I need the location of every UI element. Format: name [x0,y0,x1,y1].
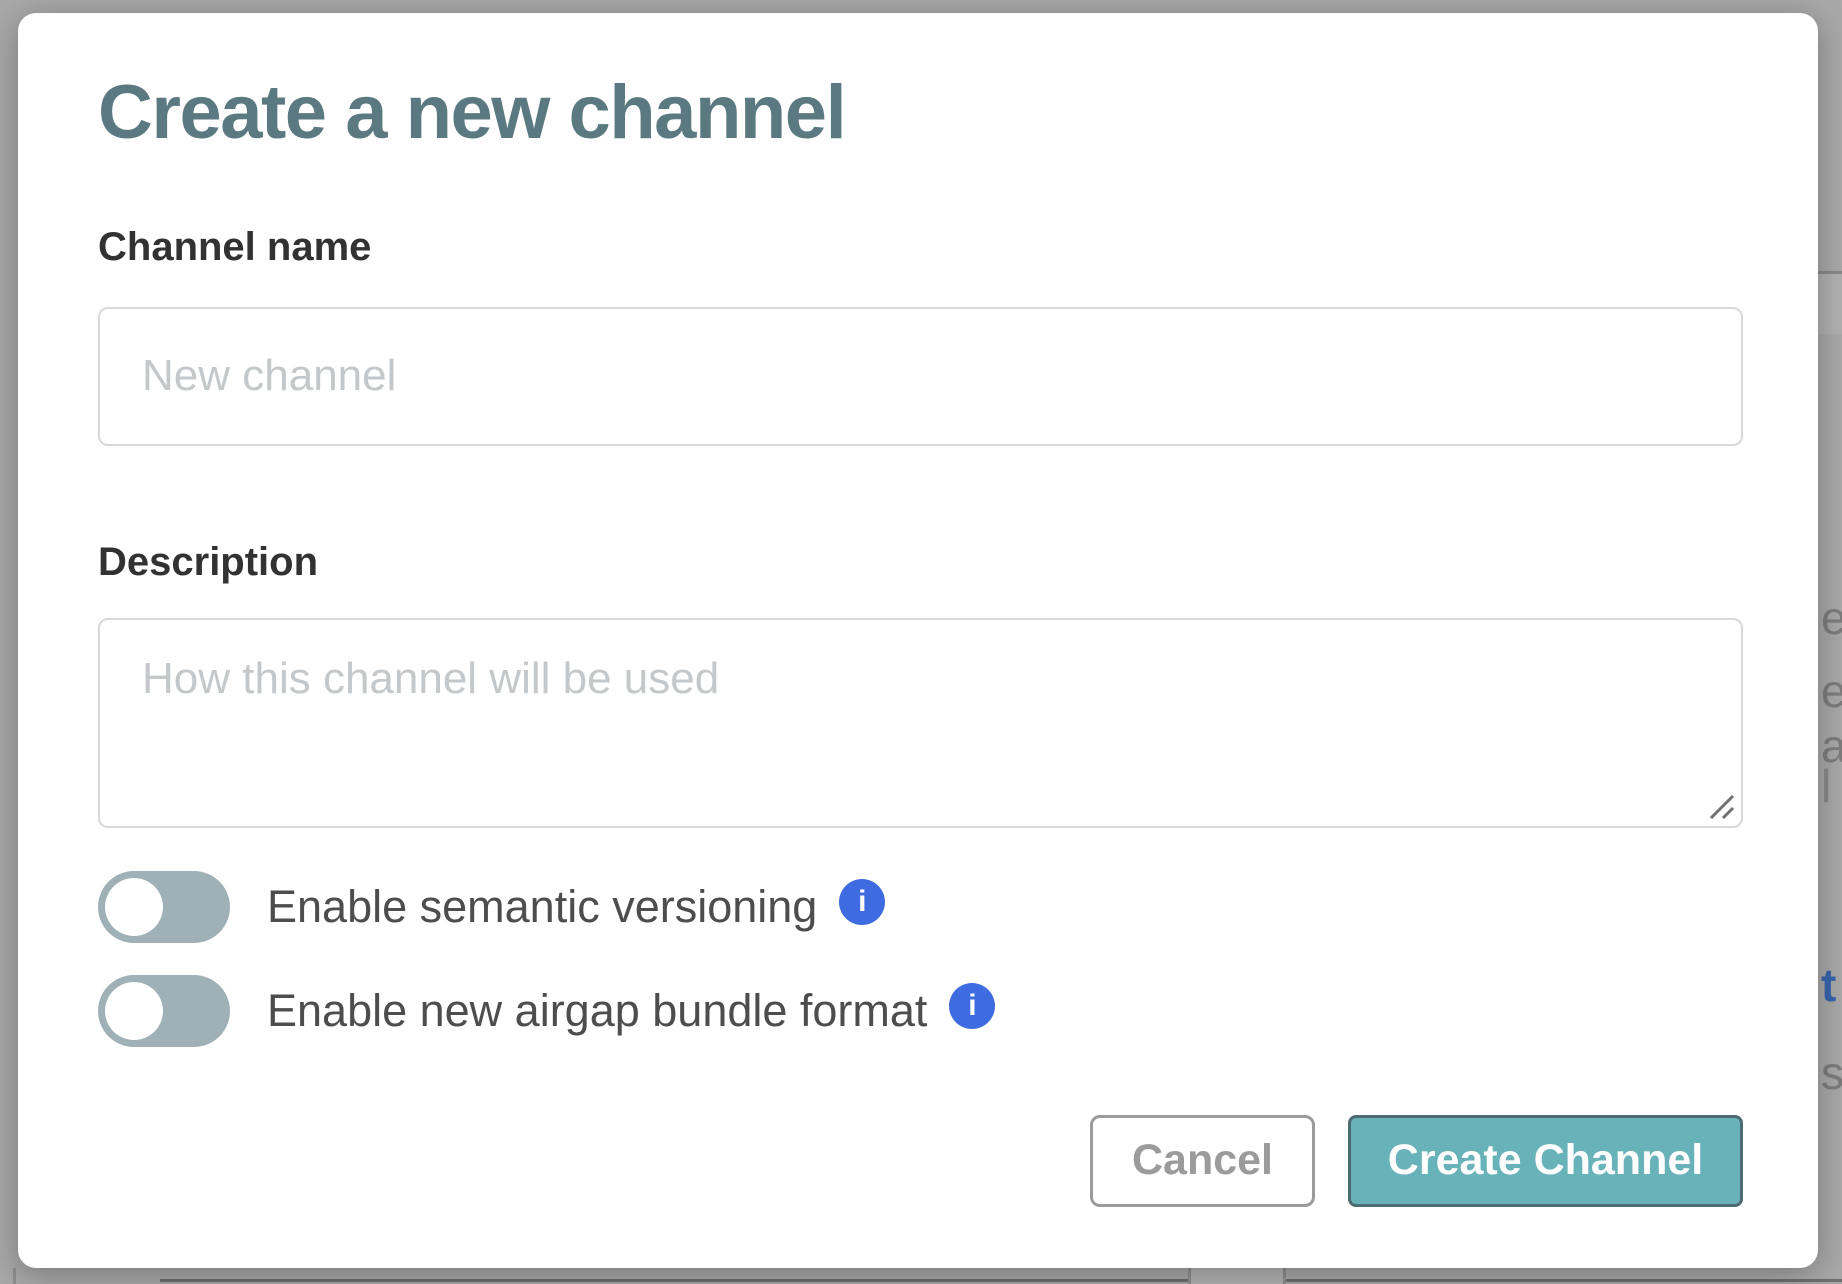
dialog-footer: Cancel Create Channel [98,1115,1743,1207]
channel-name-input[interactable] [98,307,1743,446]
background-text-fragment: e [1821,668,1842,714]
background-text-fragment: l [1821,763,1831,809]
dialog-title: Create a new channel [98,71,1743,155]
background-divider [160,1279,1842,1282]
channel-name-label: Channel name [98,227,1743,267]
info-icon[interactable]: i [949,983,995,1029]
semantic-versioning-row: Enable semantic versioning i [98,871,1743,943]
airgap-bundle-label: Enable new airgap bundle format [267,988,927,1033]
background-link-fragment: t [1821,962,1836,1008]
semantic-versioning-label: Enable semantic versioning [267,884,817,929]
background-text-fragment: e [1821,595,1842,641]
airgap-bundle-toggle[interactable] [98,975,230,1047]
cancel-button[interactable]: Cancel [1090,1115,1315,1207]
background-table-cell [1188,1268,1286,1284]
background-divider [13,1268,16,1284]
toggle-knob [105,982,163,1040]
toggle-knob [105,878,163,936]
background-band [1818,274,1842,334]
info-icon[interactable]: i [839,879,885,925]
airgap-bundle-row: Enable new airgap bundle format i [98,975,1743,1047]
background-text-fragment: s [1821,1050,1842,1096]
semantic-versioning-toggle[interactable] [98,871,230,943]
description-textarea[interactable] [98,618,1743,828]
description-label: Description [98,542,1743,582]
description-field-wrap [98,618,1743,828]
create-channel-button[interactable]: Create Channel [1348,1115,1743,1207]
create-channel-dialog: Create a new channel Channel name Descri… [18,13,1818,1268]
